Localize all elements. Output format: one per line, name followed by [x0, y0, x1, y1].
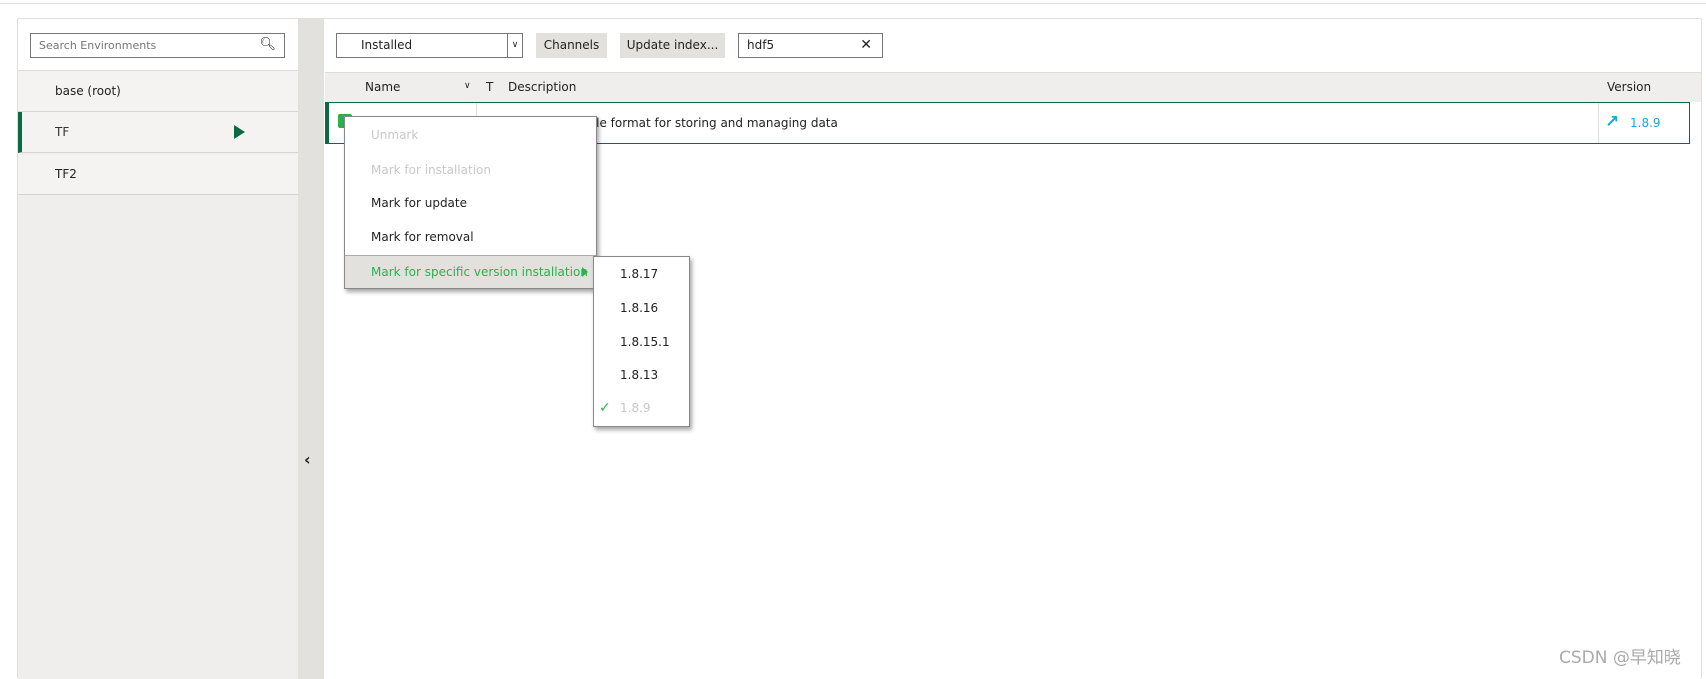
- play-icon[interactable]: [234, 125, 245, 139]
- version-item-current[interactable]: ✓ 1.8.9: [594, 392, 689, 425]
- header-type[interactable]: T: [486, 80, 493, 94]
- context-menu: Unmark Mark for installation Mark for up…: [344, 116, 597, 289]
- env-item-tf2[interactable]: TF2: [18, 154, 298, 195]
- collapse-chevron-icon[interactable]: ‹: [304, 450, 311, 469]
- version-item[interactable]: 1.8.15.1: [594, 326, 689, 359]
- env-label: TF: [55, 125, 70, 139]
- header-description[interactable]: Description: [508, 80, 576, 94]
- top-divider: [0, 3, 1706, 4]
- search-environments-input[interactable]: [39, 35, 259, 56]
- menu-item-unmark[interactable]: Unmark: [345, 119, 596, 152]
- filter-select-value: Installed: [361, 38, 413, 52]
- env-item-tf[interactable]: TF: [18, 112, 298, 153]
- menu-item-mark-removal[interactable]: Mark for removal: [345, 221, 596, 254]
- menu-item-mark-install[interactable]: Mark for installation: [345, 154, 596, 187]
- version-item[interactable]: 1.8.16: [594, 292, 689, 325]
- channels-button[interactable]: Channels: [536, 33, 607, 58]
- env-item-base[interactable]: base (root): [18, 71, 298, 112]
- header-name[interactable]: Name: [365, 80, 400, 94]
- version-label: 1.8.9: [620, 401, 651, 415]
- sort-chevron-icon[interactable]: ∨: [464, 81, 471, 91]
- menu-item-label: Mark for specific version installation: [371, 265, 588, 279]
- env-label: base (root): [55, 84, 121, 98]
- clear-icon[interactable]: ✕: [860, 34, 872, 57]
- submenu-arrow-icon: [582, 267, 588, 277]
- watermark: CSDN @早知晓: [1559, 648, 1681, 668]
- package-version: 1.8.9: [1630, 116, 1661, 130]
- search-environments[interactable]: 🔍︎: [30, 33, 285, 58]
- check-icon: ✓: [599, 400, 611, 416]
- header-version[interactable]: Version: [1607, 80, 1651, 94]
- version-item[interactable]: 1.8.17: [594, 258, 689, 291]
- menu-item-mark-update[interactable]: Mark for update: [345, 187, 596, 220]
- chevron-down-icon[interactable]: ∨: [507, 34, 522, 57]
- column-divider: [1598, 103, 1599, 143]
- menu-item-specific-version[interactable]: Mark for specific version installation: [345, 255, 596, 288]
- update-arrow-icon: ↗: [1605, 112, 1620, 132]
- update-index-button[interactable]: Update index...: [620, 33, 725, 58]
- package-search-input[interactable]: hdf5 ✕: [738, 33, 883, 58]
- env-label: TF2: [55, 167, 77, 181]
- version-item[interactable]: 1.8.13: [594, 359, 689, 392]
- sidebar-splitter: [298, 19, 324, 679]
- package-filter-select[interactable]: Installed ∨: [336, 33, 523, 58]
- search-value: hdf5: [747, 38, 775, 52]
- search-icon[interactable]: 🔍︎: [259, 37, 276, 52]
- version-submenu: 1.8.17 1.8.16 1.8.15.1 1.8.13 ✓ 1.8.9: [593, 256, 690, 427]
